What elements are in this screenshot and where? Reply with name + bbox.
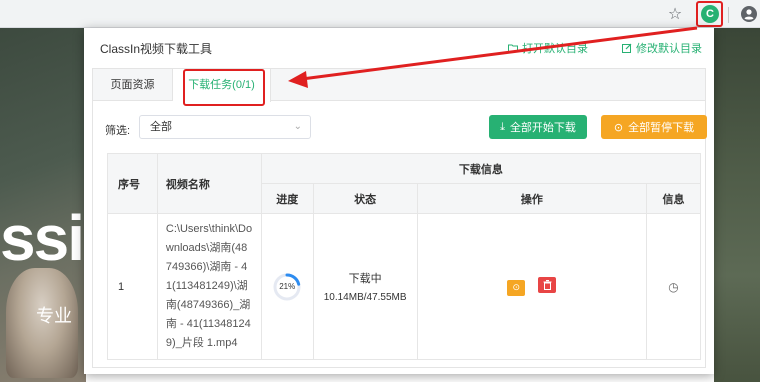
header-info: 信息	[646, 183, 701, 214]
pause-icon: ⊙	[512, 282, 521, 293]
pause-all-button[interactable]: ⊙ 全部暂停下载	[601, 115, 707, 139]
header-actions: 操作	[416, 183, 648, 214]
row-status: 下载中 10.14MB/47.55MB	[312, 213, 418, 360]
pause-circle-icon: ⊙	[613, 121, 624, 134]
edit-default-dir-label: 修改默认目录	[636, 43, 702, 55]
pause-button[interactable]: ⊙	[507, 279, 526, 296]
content-card: 页面资源 下载任务(0/1) 筛选: 全部 ⌄ ⤓ 全部开始下载 ⊙ 全部暂停下…	[92, 68, 707, 368]
download-tool-popup: ClassIn视频下载工具 打开默认目录 修改默认目录 页面资源 下载任务(0/…	[84, 28, 714, 374]
progress-label: 21%	[279, 281, 296, 291]
row-video-name: C:\Users\think\Downloads\湖南(48749366)\湖南…	[156, 213, 262, 360]
status-size: 10.14MB/47.55MB	[323, 292, 407, 303]
download-icon: ⤓	[500, 120, 505, 133]
background-slogan: 专业	[36, 306, 72, 326]
row-no: 1	[107, 213, 158, 360]
start-all-button[interactable]: ⤓ 全部开始下载	[489, 115, 587, 139]
task-table: 序号 视频名称 下载信息 进度 状态 操作 信息 1 C:\Users\thin…	[107, 153, 702, 360]
tab-highlight-box	[183, 69, 265, 106]
filter-select-value: 全部	[150, 121, 172, 133]
clock-icon[interactable]: ◷	[668, 280, 678, 294]
browser-toolbar: ☆ C	[0, 0, 760, 28]
star-icon[interactable]: ☆	[666, 5, 684, 23]
header-status: 状态	[312, 183, 418, 214]
start-all-label: 全部开始下载	[509, 122, 576, 134]
tab-page-resources[interactable]: 页面资源	[93, 69, 173, 101]
open-default-dir-label: 打开默认目录	[522, 43, 588, 55]
extension-highlight-box	[696, 1, 723, 27]
row-progress: 21%	[260, 213, 314, 360]
toolbar-divider	[728, 7, 729, 23]
header-no: 序号	[107, 153, 158, 214]
filter-select[interactable]: 全部 ⌄	[139, 115, 311, 139]
row-info: ◷	[646, 213, 701, 360]
header-name: 视频名称	[156, 153, 262, 214]
background-photo-right	[714, 28, 760, 382]
delete-button[interactable]	[538, 277, 557, 294]
edit-default-dir-link[interactable]: 修改默认目录	[622, 40, 702, 56]
progress-ring: 21%	[272, 272, 302, 302]
chevron-down-icon: ⌄	[293, 121, 302, 132]
table-row: 1 C:\Users\think\Downloads\湖南(48749366)\…	[107, 213, 701, 360]
open-default-dir-link[interactable]: 打开默认目录	[508, 40, 588, 56]
header-progress: 进度	[260, 183, 314, 214]
folder-icon	[508, 44, 518, 52]
header-download-info: 下载信息	[260, 153, 702, 184]
trash-icon	[543, 280, 552, 291]
pause-all-label: 全部暂停下载	[628, 122, 695, 134]
filter-label: 筛选:	[105, 125, 131, 137]
status-text: 下载中	[348, 273, 382, 285]
edit-icon	[622, 43, 632, 53]
row-actions: ⊙	[416, 213, 648, 360]
popup-title: ClassIn视频下载工具	[100, 42, 213, 56]
account-icon[interactable]	[740, 5, 758, 23]
